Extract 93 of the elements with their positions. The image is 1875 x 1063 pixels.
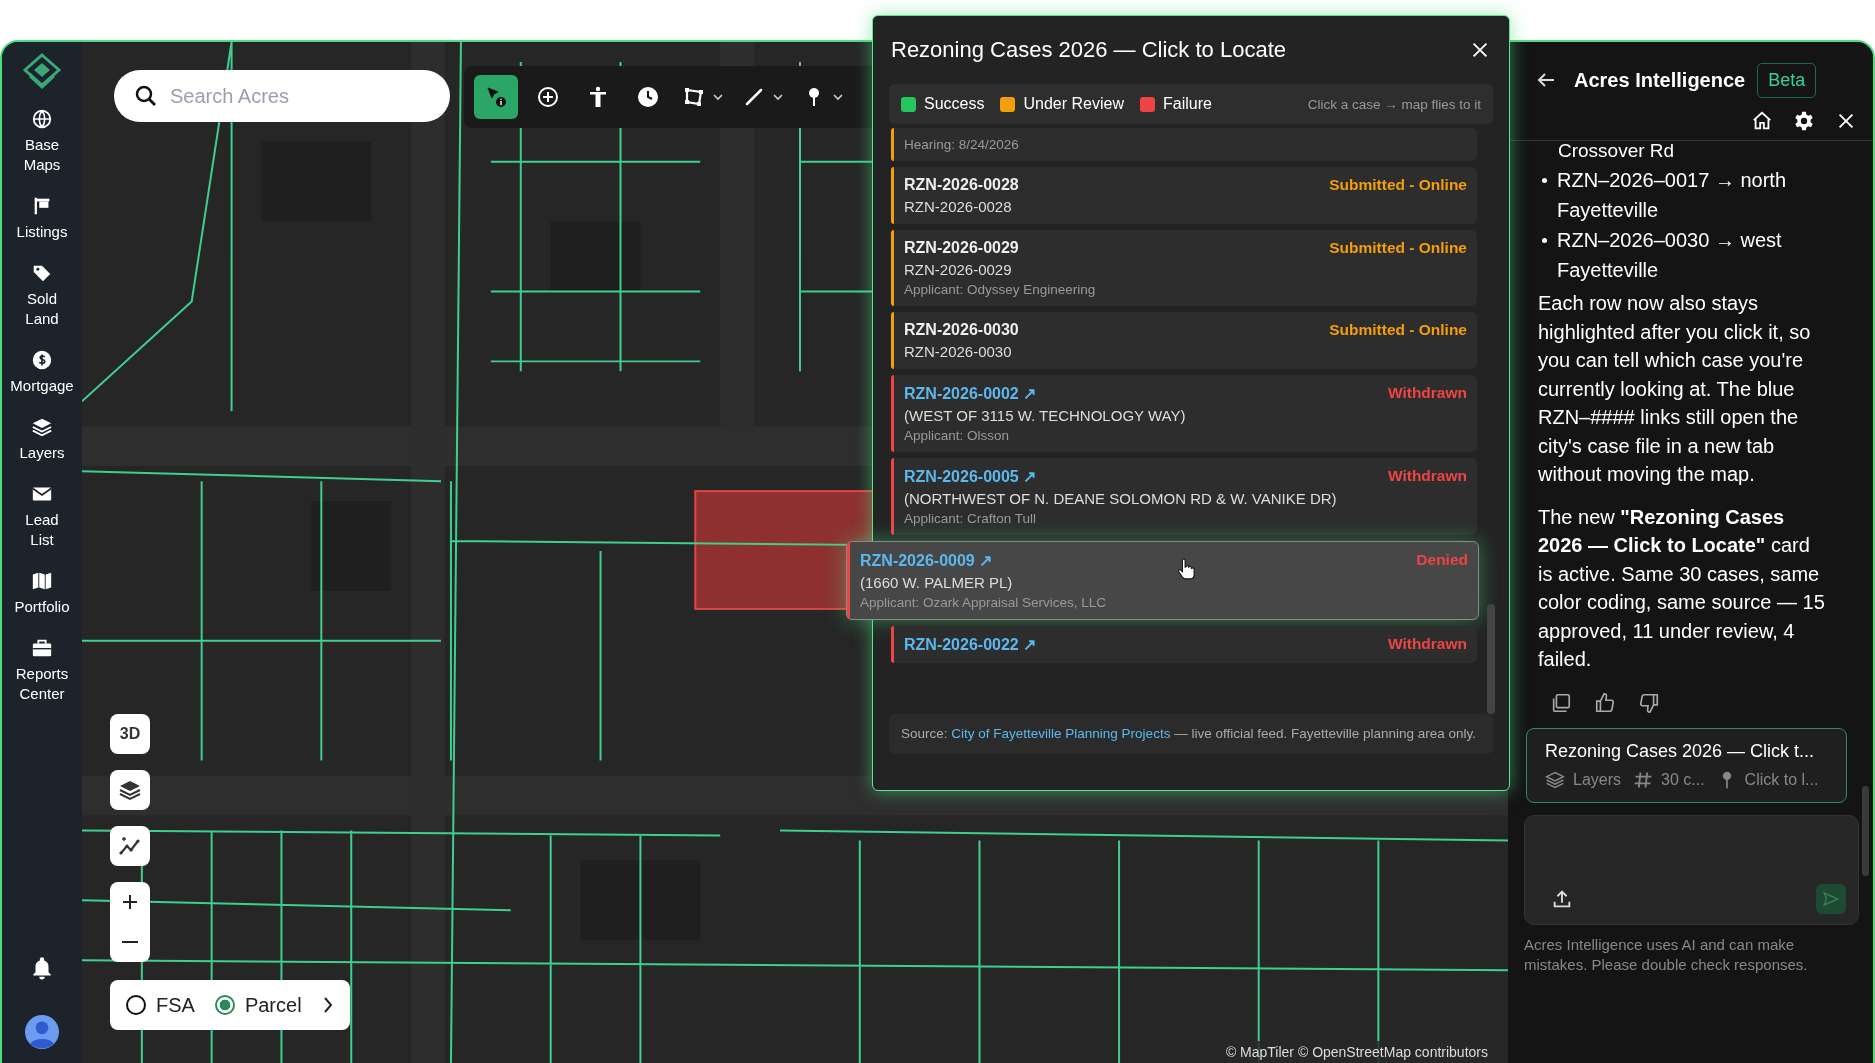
send-button[interactable] (1816, 883, 1846, 914)
sidebar-item[interactable]: Listings (16, 189, 68, 252)
message-paragraph: The new "Rezoning Cases 2026 — Click to Locate" card is active. Same 30 cases, same color coding, same source — 15 approved, 11 under review, 4 failed. (1538, 504, 1825, 672)
legend-label: Under Review (1023, 95, 1124, 113)
case-address: (NORTHWEST OF N. DEANE SOLOMON RD & W. VANIKE DR) (904, 490, 1337, 507)
case-id: RZN-2026-0030 (904, 321, 1019, 339)
sidebar-item[interactable]: Mortgage (10, 343, 74, 406)
search-icon (134, 84, 158, 108)
case-card[interactable]: RZN-2026-0028 Submitted - Online RZN-2026-0028 (891, 167, 1477, 224)
plus-icon (120, 892, 140, 912)
minus-icon (122, 941, 138, 943)
chevron-icon[interactable] (321, 995, 334, 1015)
globe-icon (31, 108, 53, 130)
layers-icon (1545, 769, 1565, 790)
card-title: Rezoning Cases 2026 — Click t... (1545, 740, 1816, 762)
radio-option[interactable]: FSA (126, 993, 195, 1017)
case-status: Submitted - Online (1329, 239, 1467, 257)
3d-view-button[interactable]: 3D (110, 714, 150, 754)
disclaimer-text: Acres Intelligence uses AI and can make mistakes. Please double check responses. (1524, 934, 1809, 975)
case-hearing: Hearing: 8/24/2026 (904, 137, 1019, 152)
radio-option[interactable]: Parcel (214, 993, 302, 1017)
sidebar-item[interactable]: Sold Land (25, 256, 59, 339)
scrollbar[interactable] (1862, 786, 1869, 876)
source-link[interactable]: City of Fayetteville Planning Projects (951, 726, 1171, 741)
case-status: Submitted - Online (1329, 321, 1467, 339)
send-icon (1822, 889, 1840, 908)
card-meta: 30 c... (1661, 770, 1705, 789)
case-applicant: Applicant: Olsson (904, 428, 1010, 443)
message-paragraph: Each row now also stays highlighted after you click it, so you can tell which case you're currently looking at. The blue RZN–#### links still open the city's case file in a new tab without moving the map. (1538, 291, 1812, 487)
case-card[interactable]: RZN-2026-0030 Submitted - Online RZN-2026-0030 (891, 312, 1477, 369)
case-link[interactable]: RZN-2026-0002 ↗ (904, 384, 1037, 403)
case-applicant: Applicant: Odyssey Engineering (904, 282, 1096, 297)
dollar-icon (31, 349, 53, 371)
message-text: Crossover Rd (1558, 139, 1676, 163)
case-address: RZN-2026-0029 (904, 261, 1012, 278)
case-card[interactable]: RZN-2026-0005 ↗ Withdrawn (NORTHWEST OF N. DEANE SOLOMON RD & W. VANIKE DR) Applicant: Crafton Tull (891, 458, 1477, 535)
case-card[interactable]: RZN-2026-0002 ↗ Withdrawn (WEST OF 3115 W. TECHNOLOGY WAY) Applicant: Olsson (891, 375, 1477, 452)
case-address: RZN-2026-0030 (904, 343, 1012, 360)
case-status: Withdrawn (1387, 635, 1467, 654)
panel-title: Acres Intelligence (1574, 68, 1746, 92)
search-field[interactable]: Search Acres (114, 70, 450, 122)
beta-badge: Beta (1757, 62, 1817, 98)
case-applicant: Applicant: Ozark Appraisal Services, LLC (860, 595, 1107, 610)
sidebar-item[interactable]: Layers (19, 410, 65, 473)
case-id: RZN-2026-0028 (904, 176, 1019, 194)
case-status: Withdrawn (1387, 384, 1467, 403)
copy-icon[interactable] (1550, 691, 1572, 714)
case-link[interactable]: RZN-2026-0009 ↗ (860, 551, 993, 570)
list-item: RZN–2026–0017 → north Fayetteville (1538, 165, 1825, 225)
hint-text: Click a case → map flies to it (1307, 96, 1481, 112)
sidebar-item[interactable]: Portfolio (14, 564, 70, 627)
hash-icon (1633, 769, 1654, 790)
sidebar-item[interactable]: Lead List (25, 477, 59, 560)
panel-title: Rezoning Cases 2026 — Click to Locate (891, 37, 1286, 63)
analytics-button[interactable] (110, 826, 150, 866)
case-status: Submitted - Online (1329, 176, 1467, 194)
legend-label: Success (924, 95, 985, 113)
case-link[interactable]: RZN-2026-0005 ↗ (904, 467, 1037, 486)
message-input[interactable] (1524, 814, 1859, 925)
context-card[interactable]: Rezoning Cases 2026 — Click t... Layers 30 c... Click to l... (1526, 727, 1847, 803)
pointer-info-icon[interactable] (474, 75, 518, 119)
case-link[interactable]: RZN-2026-0022 ↗ (904, 635, 1037, 654)
scrollbar[interactable] (1487, 604, 1495, 714)
card-meta: Click to l... (1744, 770, 1819, 789)
hand-cursor-icon (1177, 558, 1195, 580)
list-item: RZN–2026–0030 → west Fayetteville (1538, 225, 1825, 285)
layers-icon (118, 778, 142, 802)
case-card[interactable]: RZN-2026-0009 ↗ Denied (1660 W. PALMER PL) Applicant: Ozark Appraisal Services, LLC (846, 541, 1479, 620)
legend-label: Failure (1162, 95, 1212, 113)
thumbs-up-icon[interactable] (1594, 691, 1616, 714)
thumbs-down-icon[interactable] (1638, 691, 1660, 714)
case-address: RZN-2026-0028 (904, 198, 1012, 215)
case-card[interactable]: Hearing: 8/24/2026 (891, 128, 1477, 161)
home-icon[interactable] (1751, 110, 1773, 132)
case-id: RZN-2026-0029 (904, 239, 1019, 257)
map-icon (31, 570, 53, 592)
card-meta: Layers (1573, 770, 1622, 789)
case-address: (WEST OF 3115 W. TECHNOLOGY WAY) (904, 407, 1186, 424)
sidebar-item[interactable]: Base Maps (23, 102, 61, 185)
case-card[interactable]: RZN-2026-0029 Submitted - Online RZN-2026-0029 Applicant: Odyssey Engineering (891, 230, 1477, 306)
case-card[interactable]: RZN-2026-0022 ↗ Withdrawn (891, 626, 1477, 663)
layers-icon (31, 416, 53, 438)
layers-button[interactable] (110, 770, 150, 810)
avatar-icon[interactable] (25, 1015, 59, 1049)
logo-icon (22, 52, 62, 92)
case-applicant: Applicant: Crafton Tull (904, 511, 1037, 526)
source-text: Source: City of Fayetteville Planning Projects — live official feed. Fayetteville planning area only. (901, 725, 1478, 743)
case-address: (1660 W. PALMER PL) (860, 574, 1013, 591)
sidebar-item[interactable]: Reports Center (15, 631, 69, 714)
case-status: Denied (1416, 551, 1468, 570)
case-status: Withdrawn (1387, 467, 1467, 486)
settings-icon[interactable] (1793, 110, 1815, 132)
briefcase-icon (31, 637, 53, 659)
